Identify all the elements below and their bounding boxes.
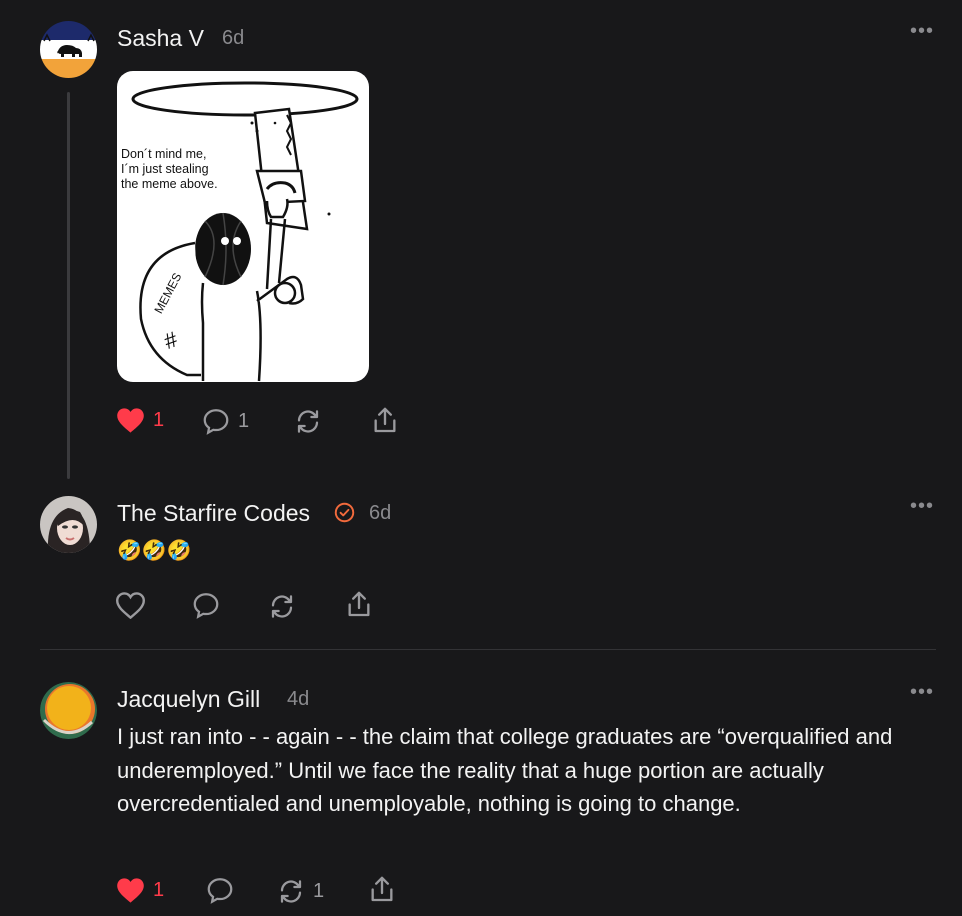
more-icon[interactable]: ••• bbox=[910, 682, 934, 702]
like-button[interactable]: 1 bbox=[116, 407, 164, 434]
post-time: 4d bbox=[287, 688, 310, 710]
share-button[interactable] bbox=[368, 875, 396, 904]
heart-icon bbox=[117, 408, 144, 433]
comment-icon bbox=[193, 593, 219, 619]
reply-count: 1 bbox=[238, 410, 250, 432]
post-text: I just ran into - - again - - the claim … bbox=[117, 724, 893, 816]
more-icon[interactable]: ••• bbox=[910, 496, 934, 516]
repost-button[interactable] bbox=[294, 408, 322, 435]
comment-icon bbox=[203, 409, 229, 435]
post-text: 🤣🤣🤣 bbox=[117, 540, 192, 562]
share-icon bbox=[348, 591, 370, 617]
post-time: 6d bbox=[222, 27, 245, 49]
repost-icon bbox=[271, 595, 293, 618]
avatar[interactable] bbox=[40, 496, 97, 553]
thread-line bbox=[67, 92, 70, 479]
like-count: 1 bbox=[153, 879, 165, 901]
caption-line: the meme above. bbox=[121, 177, 218, 191]
heart-icon bbox=[117, 878, 144, 903]
share-icon bbox=[371, 876, 393, 902]
like-button[interactable] bbox=[116, 592, 145, 619]
heart-icon bbox=[116, 592, 145, 619]
reply-button[interactable]: 1 bbox=[202, 408, 249, 435]
comment-icon bbox=[207, 878, 233, 904]
meme-caption: Don´t mind me, I´m just stealing the mem… bbox=[121, 147, 218, 192]
share-icon bbox=[374, 407, 396, 433]
repost-count: 1 bbox=[313, 880, 325, 902]
avatar[interactable] bbox=[40, 21, 97, 78]
post-image[interactable]: MEMES # Don´t mind me, I´m just stealing… bbox=[117, 71, 369, 382]
caption-line: I´m just stealing bbox=[121, 162, 209, 176]
divider bbox=[40, 649, 936, 650]
share-button[interactable] bbox=[371, 406, 399, 435]
caption-line: Don´t mind me, bbox=[121, 147, 207, 161]
like-button[interactable]: 1 bbox=[116, 877, 164, 904]
author-name[interactable]: The Starfire Codes bbox=[117, 500, 310, 527]
author-name[interactable]: Jacquelyn Gill bbox=[117, 686, 260, 713]
author-name[interactable]: Sasha V bbox=[117, 25, 204, 52]
reply-button[interactable] bbox=[192, 592, 220, 619]
repost-button[interactable] bbox=[268, 593, 296, 620]
repost-icon bbox=[297, 410, 319, 433]
post-time: 6d bbox=[369, 502, 392, 524]
repost-icon bbox=[280, 880, 302, 903]
verified-icon bbox=[334, 502, 355, 528]
like-count: 1 bbox=[153, 409, 165, 431]
repost-button[interactable]: 1 bbox=[277, 878, 324, 905]
reply-button[interactable] bbox=[206, 877, 234, 904]
avatar[interactable] bbox=[40, 682, 97, 739]
meme-illustration: MEMES # bbox=[131, 81, 359, 382]
more-icon[interactable]: ••• bbox=[910, 21, 934, 41]
share-button[interactable] bbox=[345, 590, 373, 619]
